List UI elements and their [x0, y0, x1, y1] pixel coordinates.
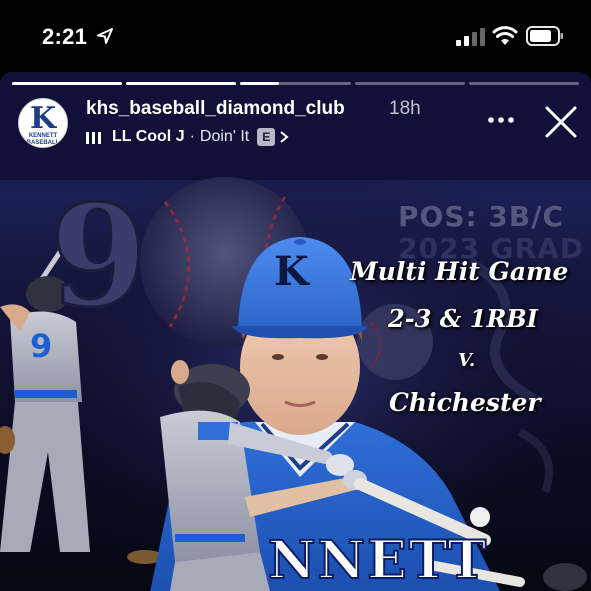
story-progress-fill: [12, 82, 123, 85]
story-viewer[interactable]: 9 POS: 3B/C 2023 GRAD Multi Hit Game 2-3…: [0, 72, 591, 591]
wifi-icon: [492, 26, 518, 45]
story-progress-fill: [126, 82, 237, 85]
back-jersey-number: 9: [30, 327, 53, 365]
music-attribution[interactable]: LL Cool J · Doin' It E: [86, 126, 289, 148]
song-separator: ·: [189, 128, 195, 145]
cap-logo-letter: K: [274, 248, 309, 295]
song-title: Doin' It: [199, 128, 250, 145]
story-timestamp: 18h: [389, 98, 421, 119]
location-arrow-icon: [97, 28, 113, 44]
story-progress-segment: [126, 82, 237, 85]
status-time: 2:21: [42, 24, 88, 49]
position-text: POS: 3B/C: [398, 200, 565, 233]
battery-icon: [526, 26, 563, 46]
jersey-number-big: 9: [48, 175, 148, 339]
story-progress-segment: [240, 82, 351, 85]
caption-line-2: 2-3 & 1RBI: [388, 304, 538, 333]
story-progress-segment: [468, 82, 579, 85]
caption-line-3: V.: [458, 350, 476, 371]
avatar-logo-text: KENNETT BASEBALL: [26, 133, 60, 146]
song-artist: LL Cool J: [112, 128, 185, 145]
close-icon[interactable]: [544, 105, 578, 139]
cellular-signal-icon: [456, 28, 485, 46]
explicit-badge: E: [257, 128, 276, 146]
avatar-logo-letter: K: [29, 101, 57, 136]
profile-avatar[interactable]: K KENNETT BASEBALL: [18, 98, 68, 148]
story-progress-segment: [354, 82, 465, 85]
music-bars-icon: [86, 132, 101, 144]
story-progress-fill: [240, 82, 279, 85]
more-options-icon[interactable]: [486, 110, 516, 130]
jersey-front-text: NNETT: [267, 529, 489, 591]
status-bar: 2:21: [0, 0, 591, 72]
username-link[interactable]: khs_baseball_diamond_club: [86, 98, 345, 120]
caption-line-4: Chichester: [389, 388, 541, 417]
story-progress-segment: [12, 82, 123, 85]
chevron-right-icon: [280, 131, 289, 143]
caption-line-1: Multi Hit Game: [350, 257, 569, 286]
